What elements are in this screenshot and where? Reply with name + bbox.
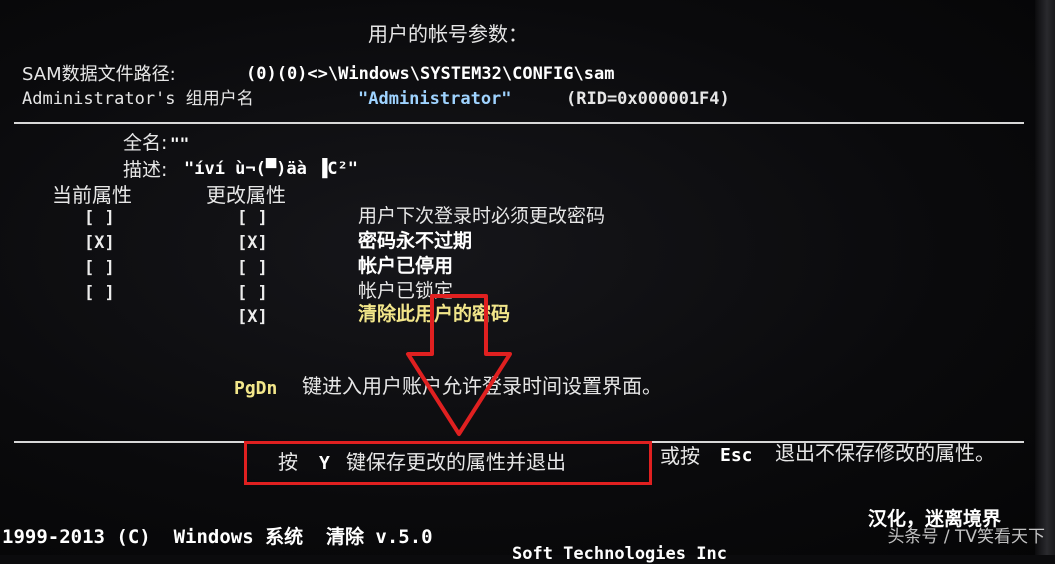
or-text: 或按	[660, 444, 700, 468]
divider-top	[14, 122, 1024, 124]
page-title: 用户的帐号参数：	[368, 22, 528, 46]
highlight-box	[244, 441, 652, 485]
arrow-down-icon	[406, 294, 512, 436]
change-checkbox[interactable]: [ ]	[237, 258, 268, 278]
description-label: 描述:	[123, 159, 168, 181]
monitor-bezel	[1035, 0, 1055, 555]
sam-path-value: (0)(0)<>\Windows\SYSTEM32\CONFIG\sam	[246, 64, 615, 84]
group-value: "Administrator"	[358, 89, 512, 109]
description-value: "íví ù¬(▀)äà ▐C²"	[184, 159, 358, 179]
attribute-label: 密码永不过期	[358, 230, 473, 252]
change-checkbox[interactable]: [ ]	[237, 283, 268, 303]
column-change-header: 更改属性	[206, 183, 286, 207]
current-checkbox: [ ]	[84, 283, 115, 303]
watermark-text: 头条号 / TV笑看天下	[887, 527, 1045, 547]
group-label: Administrator's 组用户名	[22, 89, 254, 109]
column-current-header: 当前属性	[52, 183, 132, 207]
footer-copyright: 1999-2013 (C) Windows 系统 清除 v.5.0	[2, 526, 433, 548]
current-checkbox: [X]	[84, 233, 115, 253]
pgdn-key: PgDn	[234, 378, 278, 399]
change-checkbox[interactable]: [X]	[237, 233, 268, 253]
current-checkbox: [ ]	[84, 258, 115, 278]
current-checkbox: [ ]	[84, 208, 115, 228]
attribute-label: 用户下次登录时必须更改密码	[358, 205, 606, 227]
esc-text: 退出不保存修改的属性。	[775, 441, 995, 465]
rid-value: (RID=0x000001F4)	[566, 89, 730, 109]
fullname-label: 全名:	[123, 132, 168, 154]
dos-screen: 用户的帐号参数： SAM数据文件路径: (0)(0)<>\Windows\SYS…	[0, 0, 1055, 563]
sam-path-label: SAM数据文件路径:	[22, 64, 176, 85]
esc-key: Esc	[720, 445, 753, 466]
attribute-label: 帐户已停用	[358, 255, 454, 277]
fullname-value: ""	[170, 134, 190, 153]
change-checkbox[interactable]: [ ]	[237, 208, 268, 228]
change-checkbox[interactable]: [X]	[237, 307, 268, 327]
